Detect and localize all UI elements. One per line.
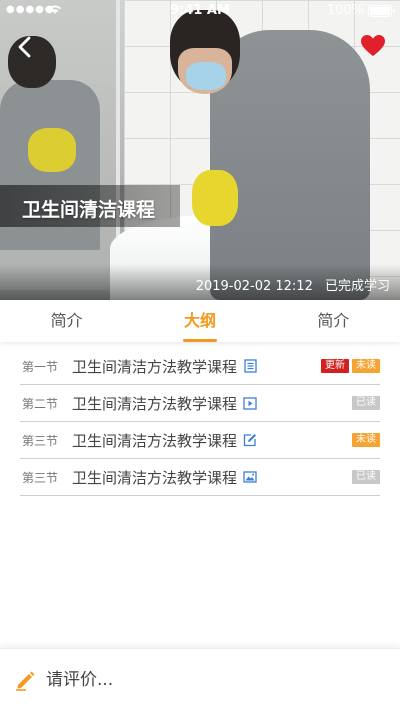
image-icon <box>243 470 257 484</box>
course-title: 卫生间清洁课程 <box>22 199 156 221</box>
read-badge: 已读 <box>352 396 380 410</box>
status-bar: ●●●●● 9:41 AM 100% <box>0 0 400 22</box>
heart-icon <box>361 35 385 56</box>
course-date: 2019-02-02 12:12 <box>195 279 313 294</box>
section-number: 第三节 <box>22 433 59 448</box>
tab-bar: 简介 大纲 简介 <box>0 300 400 342</box>
outline-list: 第一节 卫生间清洁方法教学课程 更新 未读 第二节 卫生间清洁方法教学课程 已读… <box>20 348 380 496</box>
list-item[interactable]: 第三节 卫生间清洁方法教学课程 未读 <box>20 422 380 459</box>
battery-percent: 100% <box>326 3 364 18</box>
list-item[interactable]: 第二节 卫生间清洁方法教学课程 已读 <box>20 385 380 422</box>
status-badges: 更新 未读 <box>321 359 380 373</box>
edit-icon <box>243 433 257 447</box>
hero-photo <box>0 0 400 300</box>
section-title: 卫生间清洁方法教学课程 <box>72 357 238 376</box>
course-hero: ●●●●● 9:41 AM 100% 卫生间清洁课程 2019-02-02 12… <box>0 0 400 300</box>
section-title: 卫生间清洁方法教学课程 <box>72 431 238 450</box>
pencil-icon <box>14 669 36 691</box>
tab-intro-left[interactable]: 简介 <box>0 300 133 342</box>
status-badges: 未读 <box>352 433 380 447</box>
back-button[interactable] <box>12 34 38 60</box>
section-number: 第二节 <box>22 396 59 411</box>
completion-status: 已完成学习 <box>324 279 390 294</box>
status-badges: 已读 <box>352 396 380 410</box>
favorite-button[interactable] <box>360 34 386 58</box>
section-title: 卫生间清洁方法教学课程 <box>72 394 238 413</box>
unread-badge: 未读 <box>352 359 380 373</box>
tab-outline[interactable]: 大纲 <box>133 300 266 342</box>
comment-input[interactable] <box>46 663 376 697</box>
video-play-icon <box>243 396 257 410</box>
section-title: 卫生间清洁方法教学课程 <box>72 468 238 487</box>
section-number: 第一节 <box>22 359 59 374</box>
battery-icon <box>368 5 395 17</box>
status-badges: 已读 <box>352 470 380 484</box>
list-item[interactable]: 第一节 卫生间清洁方法教学课程 更新 未读 <box>20 348 380 385</box>
course-meta: 2019-02-02 12:12 已完成学习 <box>196 275 390 294</box>
chevron-left-icon <box>18 36 31 58</box>
document-icon <box>243 359 257 373</box>
list-item[interactable]: 第三节 卫生间清洁方法教学课程 已读 <box>20 459 380 496</box>
read-badge: 已读 <box>352 470 380 484</box>
unread-badge: 未读 <box>352 433 380 447</box>
section-number: 第三节 <box>22 470 59 485</box>
comment-bar <box>0 648 400 711</box>
new-badge: 更新 <box>321 359 349 373</box>
tab-intro-right[interactable]: 简介 <box>267 300 400 342</box>
